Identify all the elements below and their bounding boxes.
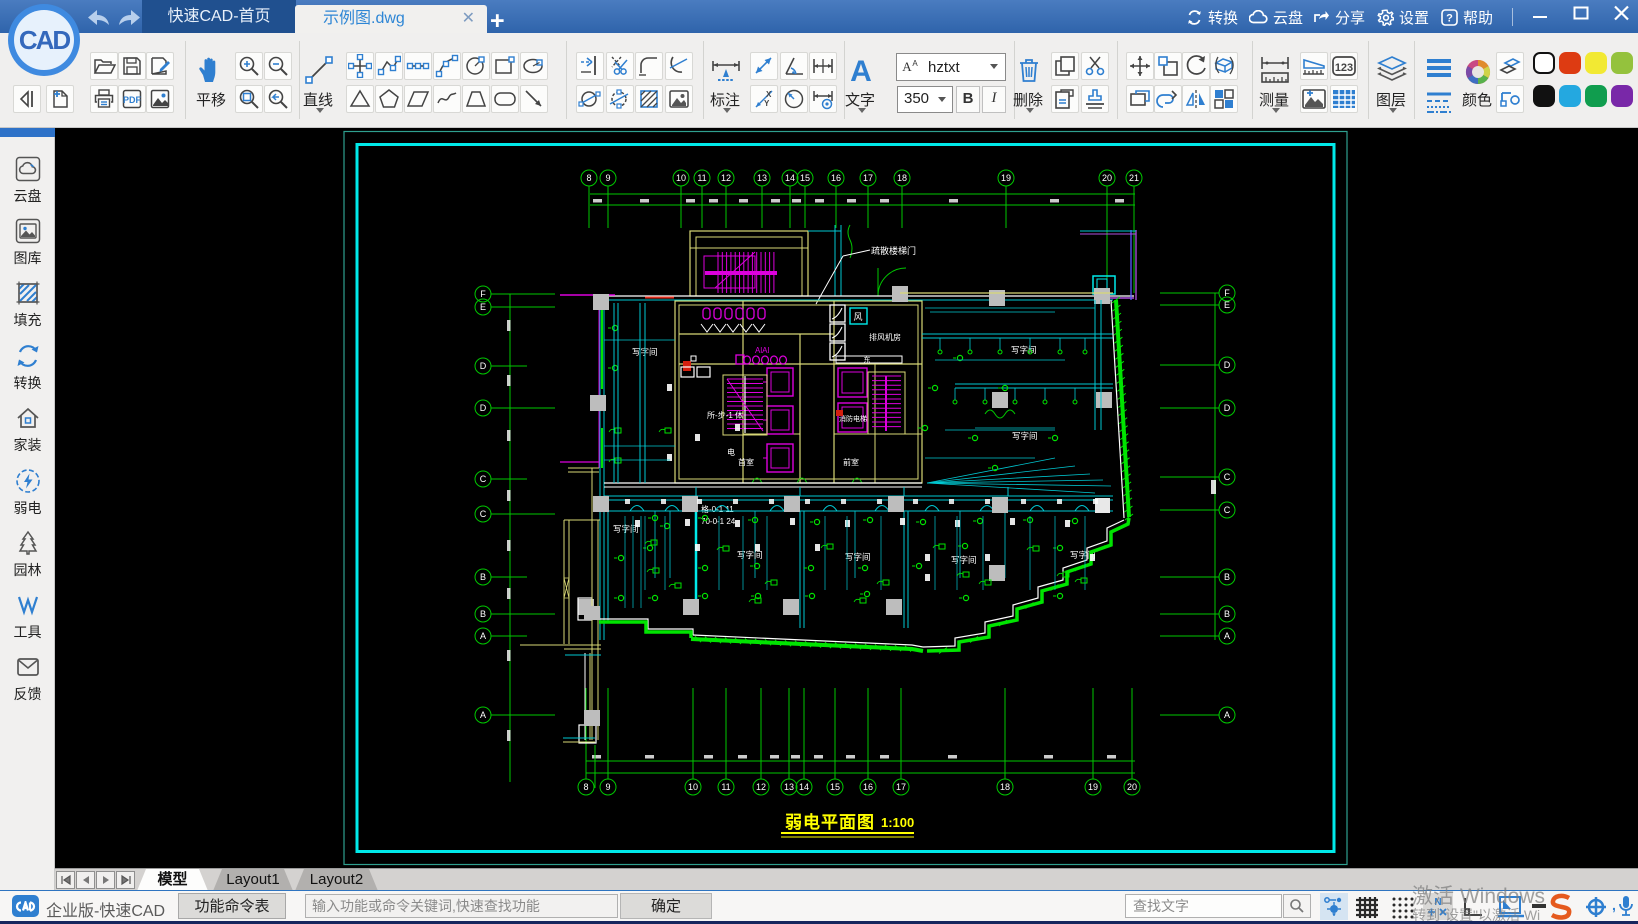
svg-text:13: 13 (757, 173, 767, 183)
svg-text:10: 10 (688, 782, 698, 792)
svg-text:C: C (480, 474, 487, 484)
svg-text:70-0-1 24: 70-0-1 24 (701, 517, 736, 526)
svg-text:B: B (480, 572, 486, 582)
svg-text:17: 17 (896, 782, 906, 792)
svg-text:A: A (1224, 631, 1230, 641)
svg-text:1:100: 1:100 (881, 815, 914, 830)
svg-text:12: 12 (756, 782, 766, 792)
svg-text:弱电平面图: 弱电平面图 (785, 812, 875, 832)
svg-text:X: X (766, 90, 772, 99)
svg-text:18: 18 (1000, 782, 1010, 792)
svg-text:B: B (480, 609, 486, 619)
svg-text:A: A (480, 631, 486, 641)
svg-text:C: C (480, 509, 487, 519)
svg-text:14: 14 (799, 782, 809, 792)
svg-text:Y: Y (764, 99, 770, 108)
svg-text:A: A (1224, 710, 1230, 720)
svg-text:9: 9 (605, 782, 610, 792)
svg-text:前室: 前室 (843, 457, 859, 467)
svg-text:写字间: 写字间 (613, 524, 639, 534)
svg-text:10: 10 (676, 173, 686, 183)
svg-text:?: ? (1446, 12, 1453, 24)
svg-text:123: 123 (1335, 62, 1353, 74)
svg-text:9: 9 (605, 173, 610, 183)
svg-text:电: 电 (727, 447, 735, 457)
svg-text:21: 21 (1129, 173, 1139, 183)
svg-text:16: 16 (863, 782, 873, 792)
svg-text:首室: 首室 (738, 457, 754, 467)
svg-text:20: 20 (1102, 173, 1112, 183)
svg-text:B: B (1224, 609, 1230, 619)
svg-text:13: 13 (784, 782, 794, 792)
svg-text:D: D (1224, 403, 1231, 413)
svg-text:排风机房: 排风机房 (869, 332, 901, 342)
svg-text:12: 12 (721, 173, 731, 183)
svg-text:风: 风 (853, 312, 862, 322)
svg-text:D: D (480, 403, 487, 413)
svg-text:8: 8 (586, 173, 591, 183)
svg-text:东: 东 (864, 355, 871, 364)
svg-text:消防电梯: 消防电梯 (839, 414, 867, 423)
svg-text:所-步-1 体: 所-步-1 体 (707, 410, 743, 420)
svg-text:A: A (912, 59, 918, 68)
svg-text:11: 11 (697, 173, 706, 183)
svg-text:写字间: 写字间 (1012, 431, 1038, 441)
svg-text:F: F (480, 289, 486, 299)
svg-text:19: 19 (1001, 173, 1011, 183)
svg-text:11: 11 (721, 782, 730, 792)
svg-text:E: E (480, 302, 486, 312)
svg-text:写字间: 写字间 (845, 552, 871, 562)
svg-text:15: 15 (830, 782, 840, 792)
svg-text:8: 8 (583, 782, 588, 792)
svg-text:20: 20 (1127, 782, 1137, 792)
svg-text:写字间: 写字间 (737, 550, 763, 560)
svg-text:写字间: 写字间 (1011, 345, 1037, 355)
svg-text:16: 16 (831, 173, 841, 183)
svg-text:C: C (1224, 505, 1231, 515)
svg-text:19: 19 (1088, 782, 1098, 792)
svg-text:A: A (480, 710, 486, 720)
svg-text:14: 14 (785, 173, 795, 183)
svg-text:C: C (1224, 472, 1231, 482)
svg-text:PDF: PDF (123, 95, 142, 105)
svg-text:A: A (902, 59, 912, 74)
svg-text:格-0-1 11: 格-0-1 11 (701, 504, 734, 514)
svg-text:15: 15 (800, 173, 810, 183)
svg-text:写字间: 写字间 (951, 555, 977, 565)
svg-text:AlAl: AlAl (755, 346, 769, 355)
svg-text:E: E (1224, 300, 1230, 310)
svg-text:D: D (1224, 360, 1231, 370)
svg-text:17: 17 (863, 173, 873, 183)
svg-text:D: D (480, 361, 487, 371)
svg-text:CAD: CAD (19, 25, 71, 55)
svg-text:A: A (850, 55, 872, 85)
svg-text:B: B (1224, 572, 1230, 582)
svg-text:18: 18 (897, 173, 907, 183)
svg-text:疏散楼梯门: 疏散楼梯门 (871, 245, 916, 256)
